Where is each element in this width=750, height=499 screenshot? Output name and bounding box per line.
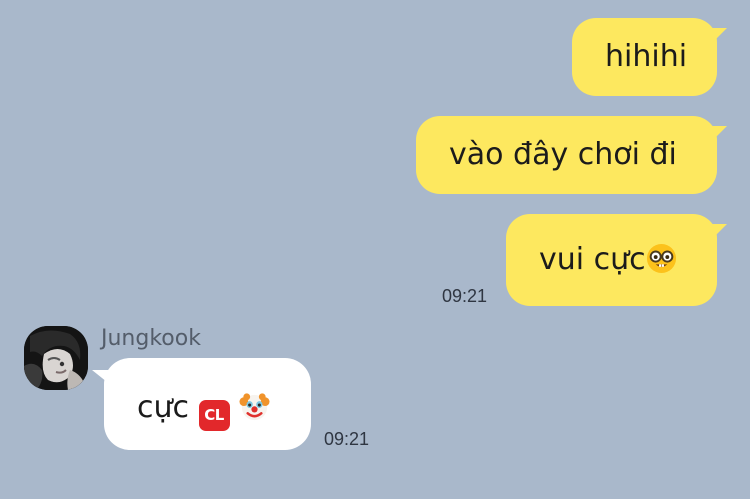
outgoing-message[interactable]: vào đây chơi đi (416, 116, 717, 194)
chat-area: hihihi vào đây chơi đi vui cực 09:21 Jun… (0, 0, 750, 499)
message-text: vui cực (539, 242, 646, 277)
sender-name: Jungkook (101, 326, 201, 351)
outgoing-message[interactable]: hihihi (572, 18, 717, 96)
message-timestamp: 09:21 (324, 429, 370, 449)
message-timestamp: 09:21 (442, 286, 488, 306)
bubble-tail (711, 126, 727, 142)
bubble-tail (711, 224, 727, 240)
message-text: cực (137, 390, 190, 425)
avatar[interactable] (24, 326, 88, 390)
message-text: hihihi (605, 39, 688, 74)
nerd-face-icon (646, 243, 677, 283)
message-text: vào đây chơi đi (449, 137, 677, 172)
bubble-tail (711, 28, 727, 44)
clown-face-icon (239, 391, 270, 431)
outgoing-message[interactable]: vui cực (506, 214, 717, 306)
incoming-message[interactable]: cực CL (104, 358, 311, 450)
cl-badge-icon: CL (198, 400, 230, 431)
